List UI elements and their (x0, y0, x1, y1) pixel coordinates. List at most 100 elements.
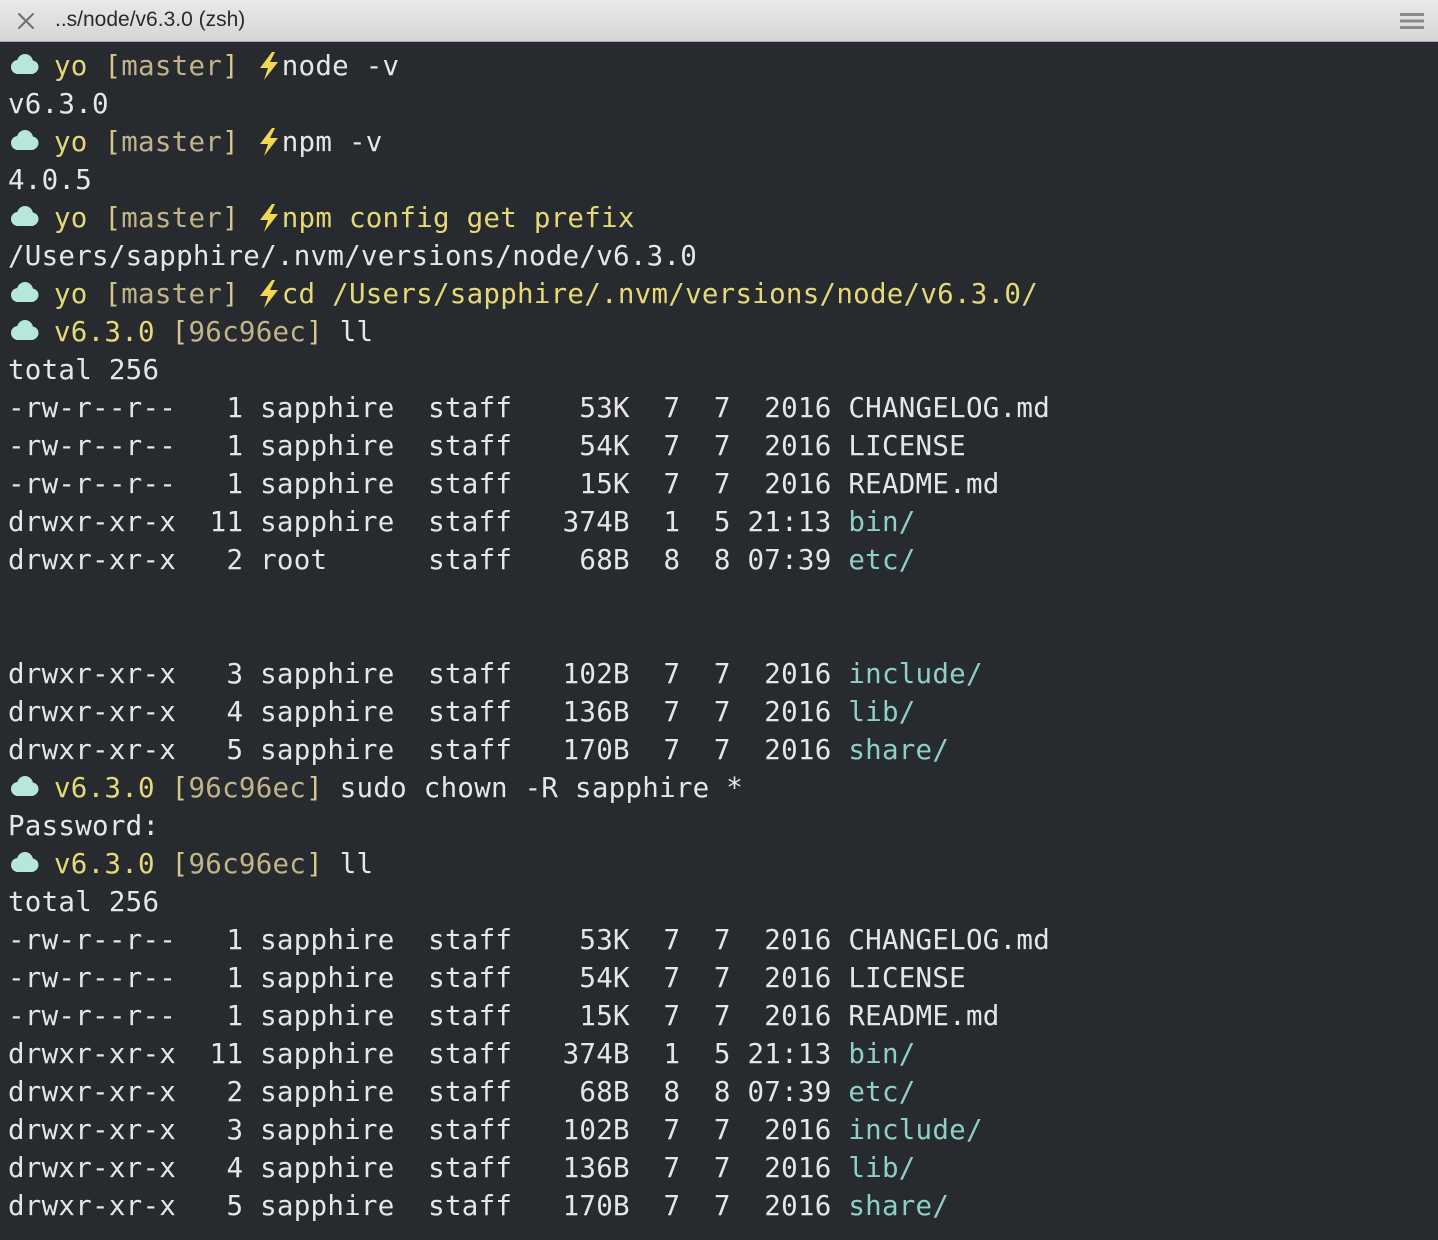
output-line: -rw-r--r-- 1 sapphire staff 54K 7 7 2016… (8, 427, 966, 465)
git-branch: master (121, 278, 223, 310)
output-text: Password: (8, 810, 160, 842)
file-name: README.md (848, 468, 1000, 500)
lightning-icon (259, 204, 278, 232)
output-text: -rw-r--r-- 1 sapphire staff 15K 7 7 2016 (8, 468, 849, 500)
prompt-dir: yo (54, 50, 88, 82)
git-branch: master (121, 202, 223, 234)
cloud-icon (11, 206, 39, 226)
output-text: drwxr-xr-x 4 sapphire staff 136B 7 7 201… (8, 1152, 849, 1184)
lightning-icon (259, 128, 278, 156)
branch-bracket: [ (104, 278, 122, 310)
branch-bracket: [ (104, 126, 122, 158)
file-name: include/ (848, 1114, 983, 1146)
git-branch: master (121, 126, 223, 158)
cloud-icon (11, 320, 39, 340)
output-line: drwxr-xr-x 3 sapphire staff 102B 7 7 201… (8, 1111, 983, 1149)
output-text: total 256 (8, 886, 160, 918)
file-name: CHANGELOG.md (848, 392, 1051, 424)
file-name: LICENSE (848, 962, 966, 994)
output-text: drwxr-xr-x 11 sapphire staff 374B 1 5 21… (8, 506, 849, 538)
prompt-line: yo [master] cd /Users/sapphire/.nvm/vers… (8, 275, 1038, 313)
output-text: -rw-r--r-- 1 sapphire staff 15K 7 7 2016 (8, 1000, 849, 1032)
lightning-icon (259, 280, 278, 308)
prompt-dir: yo (54, 126, 88, 158)
cloud-icon (11, 54, 39, 74)
prompt-dir: v6.3.0 (54, 772, 155, 804)
file-name: bin/ (848, 1038, 916, 1070)
command-text: sudo chown -R sapphire * (339, 772, 744, 804)
output-text: total 256 (8, 354, 160, 386)
close-icon[interactable] (14, 9, 38, 33)
output-line: total 256 (8, 351, 159, 389)
branch-bracket: ] (306, 848, 323, 880)
lightning-icon (259, 52, 278, 80)
file-name: README.md (848, 1000, 1000, 1032)
command-text: npm config get prefix (281, 202, 635, 234)
prompt-dir: v6.3.0 (54, 316, 155, 348)
hamburger-menu-icon[interactable] (1400, 11, 1424, 31)
output-line: drwxr-xr-x 5 sapphire staff 170B 7 7 201… (8, 1187, 949, 1225)
output-text: drwxr-xr-x 3 sapphire staff 102B 7 7 201… (8, 658, 849, 690)
branch-bracket: ] (306, 772, 323, 804)
output-line: 4.0.5 (8, 161, 92, 199)
output-line: -rw-r--r-- 1 sapphire staff 53K 7 7 2016… (8, 389, 1050, 427)
prompt-dir: yo (54, 202, 88, 234)
output-text: -rw-r--r-- 1 sapphire staff 54K 7 7 2016 (8, 962, 849, 994)
prompt-line: yo [master] npm -v (8, 123, 383, 161)
branch-bracket: ] (222, 50, 239, 82)
prompt-line: yo [master] node -v (8, 47, 399, 85)
output-text: -rw-r--r-- 1 sapphire staff 53K 7 7 2016 (8, 924, 849, 956)
output-text: -rw-r--r-- 1 sapphire staff 54K 7 7 2016 (8, 430, 849, 462)
output-line: v6.3.0 (8, 85, 109, 123)
terminal-output[interactable]: yo [master] node -v v6.3.0 yo [master] npm… (0, 42, 1438, 1240)
file-name: etc/ (848, 544, 916, 576)
output-line: drwxr-xr-x 4 sapphire staff 136B 7 7 201… (8, 1149, 916, 1187)
output-text: v6.3.0 (8, 88, 109, 120)
output-line: Password: (8, 807, 159, 845)
command-text: node -v (281, 50, 400, 82)
output-line: /Users/sapphire/.nvm/versions/node/v6.3.… (8, 237, 697, 275)
prompt-line: v6.3.0 [96c96ec] ll (8, 845, 373, 883)
file-name: share/ (848, 1190, 950, 1222)
file-name: lib/ (848, 696, 916, 728)
output-line: -rw-r--r-- 1 sapphire staff 15K 7 7 2016… (8, 997, 1000, 1035)
prompt-dir: v6.3.0 (54, 848, 155, 880)
output-line: drwxr-xr-x 5 sapphire staff 170B 7 7 201… (8, 731, 949, 769)
file-name: share/ (848, 734, 950, 766)
command-text: ll (339, 848, 374, 880)
output-line: total 256 (8, 883, 159, 921)
prompt-line: yo [master] npm config get prefix (8, 199, 635, 237)
branch-bracket: [ (104, 50, 122, 82)
git-branch: 96c96ec (188, 316, 307, 348)
command-text: ll (339, 316, 374, 348)
output-text: drwxr-xr-x 2 sapphire staff 68B 8 8 07:3… (8, 1076, 849, 1108)
output-text: drwxr-xr-x 2 root staff 68B 8 8 07:39 (8, 544, 849, 576)
output-text: drwxr-xr-x 5 sapphire staff 170B 7 7 201… (8, 734, 849, 766)
output-line: drwxr-xr-x 2 root staff 68B 8 8 07:39 et… (8, 541, 916, 579)
git-branch: master (121, 50, 223, 82)
command-text: cd /Users/sapphire/.nvm/versions/node/v6… (281, 278, 1039, 310)
output-line: drwxr-xr-x 2 sapphire staff 68B 8 8 07:3… (8, 1073, 916, 1111)
cloud-icon (11, 282, 39, 302)
file-name: bin/ (848, 506, 916, 538)
branch-bracket: ] (222, 126, 239, 158)
git-branch: 96c96ec (188, 848, 307, 880)
output-text: drwxr-xr-x 5 sapphire staff 170B 7 7 201… (8, 1190, 849, 1222)
file-name: lib/ (848, 1152, 916, 1184)
branch-bracket: ] (306, 316, 323, 348)
branch-bracket: ] (222, 202, 239, 234)
output-text: /Users/sapphire/.nvm/versions/node/v6.3.… (8, 240, 698, 272)
branch-bracket: [ (171, 316, 189, 348)
cloud-icon (11, 130, 39, 150)
output-line: drwxr-xr-x 11 sapphire staff 374B 1 5 21… (8, 503, 916, 541)
prompt-line: v6.3.0 [96c96ec] sudo chown -R sapphire … (8, 769, 743, 807)
output-text: 4.0.5 (8, 164, 93, 196)
output-text: drwxr-xr-x 11 sapphire staff 374B 1 5 21… (8, 1038, 849, 1070)
output-line: drwxr-xr-x 3 sapphire staff 102B 7 7 201… (8, 655, 983, 693)
branch-bracket: [ (104, 202, 122, 234)
file-name: include/ (848, 658, 983, 690)
prompt-dir: yo (54, 278, 88, 310)
output-text: drwxr-xr-x 3 sapphire staff 102B 7 7 201… (8, 1114, 849, 1146)
window-title: ..s/node/v6.3.0 (zsh) (55, 8, 246, 31)
output-line: -rw-r--r-- 1 sapphire staff 53K 7 7 2016… (8, 921, 1050, 959)
